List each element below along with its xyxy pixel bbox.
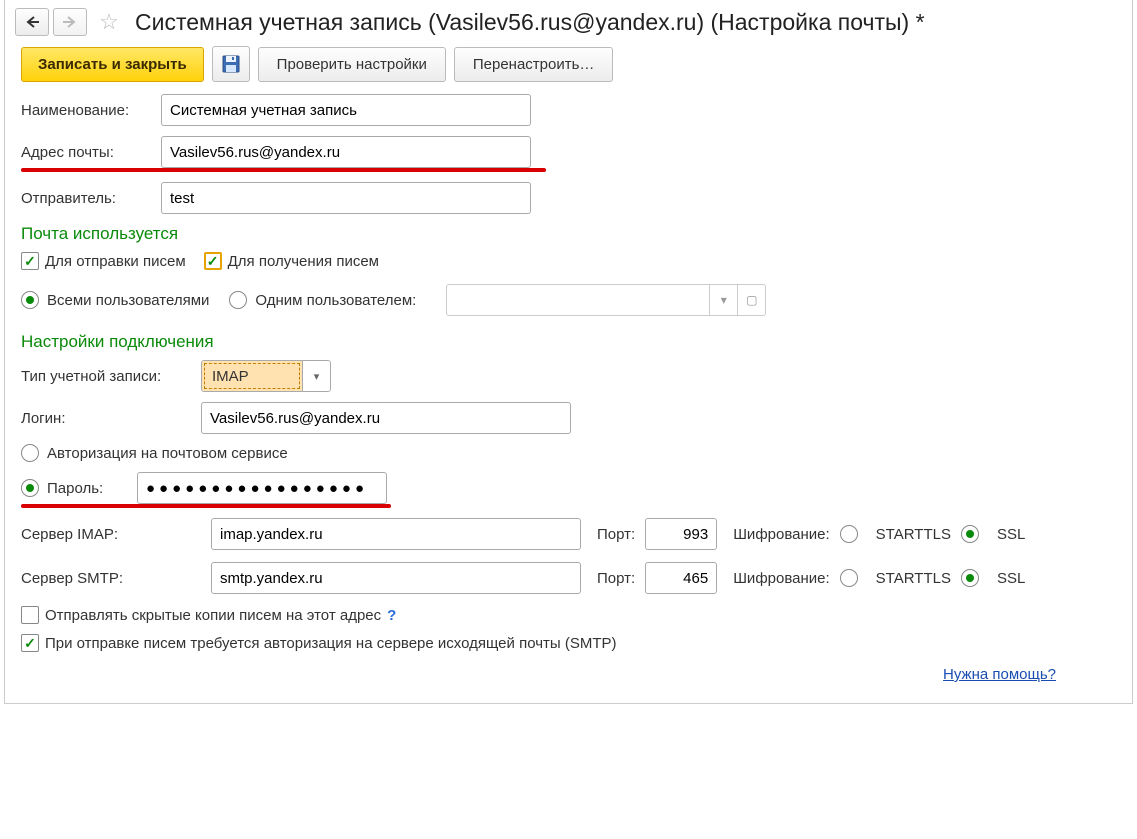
settings-window: ☆ Системная учетная запись (Vasilev56.ru… bbox=[4, 0, 1133, 704]
chevron-down-icon[interactable]: ▾ bbox=[302, 361, 330, 391]
imap-encryption-label: Шифрование: bbox=[733, 526, 829, 543]
help-icon[interactable]: ? bbox=[387, 607, 396, 624]
smtp-port-label: Порт: bbox=[597, 570, 635, 587]
titlebar: ☆ Системная учетная запись (Vasilev56.ru… bbox=[5, 0, 1132, 42]
bcc-checkbox[interactable] bbox=[21, 606, 39, 624]
account-type-select[interactable]: IMAP ▾ bbox=[201, 360, 331, 392]
all-users-label: Всеми пользователями bbox=[47, 292, 209, 309]
smtp-auth-label: При отправке писем требуется авторизация… bbox=[45, 635, 617, 652]
login-input[interactable] bbox=[201, 402, 571, 434]
password-input[interactable] bbox=[137, 472, 387, 504]
auth-service-radio[interactable] bbox=[21, 444, 39, 462]
user-select[interactable]: ▾ ▢ bbox=[446, 284, 766, 316]
usage-section-header: Почта используется bbox=[21, 224, 1116, 244]
all-users-radio[interactable] bbox=[21, 291, 39, 309]
page-title: Системная учетная запись (Vasilev56.rus@… bbox=[135, 9, 925, 36]
reconfigure-button[interactable]: Перенастроить… bbox=[454, 47, 614, 82]
imap-ssl-radio[interactable] bbox=[961, 525, 979, 543]
name-label: Наименование: bbox=[21, 102, 161, 119]
nav-back-button[interactable] bbox=[15, 8, 49, 36]
save-button[interactable] bbox=[212, 46, 250, 82]
connection-section-header: Настройки подключения bbox=[21, 332, 1116, 352]
sender-label: Отправитель: bbox=[21, 190, 161, 207]
smtp-port-input[interactable] bbox=[645, 562, 717, 594]
save-and-close-button[interactable]: Записать и закрыть bbox=[21, 47, 204, 82]
form-area: Наименование: Адрес почты: Отправитель: … bbox=[5, 94, 1132, 683]
smtp-ssl-label: SSL bbox=[997, 570, 1025, 587]
one-user-label: Одним пользователем: bbox=[255, 292, 416, 309]
smtp-server-input[interactable] bbox=[211, 562, 581, 594]
bcc-label: Отправлять скрытые копии писем на этот а… bbox=[45, 607, 381, 624]
imap-port-label: Порт: bbox=[597, 526, 635, 543]
imap-server-label: Сервер IMAP: bbox=[21, 526, 201, 543]
help-link[interactable]: Нужна помощь? bbox=[943, 666, 1056, 683]
imap-server-input[interactable] bbox=[211, 518, 581, 550]
receive-checkbox[interactable] bbox=[204, 252, 222, 270]
account-type-value: IMAP bbox=[202, 361, 302, 391]
password-highlight-underline bbox=[21, 504, 391, 508]
nav-forward-button[interactable] bbox=[53, 8, 87, 36]
smtp-ssl-radio[interactable] bbox=[961, 569, 979, 587]
smtp-encryption-label: Шифрование: bbox=[733, 570, 829, 587]
email-highlight-underline bbox=[21, 168, 546, 172]
open-icon: ▢ bbox=[737, 285, 765, 315]
password-radio[interactable] bbox=[21, 479, 39, 497]
smtp-starttls-label: STARTTLS bbox=[876, 570, 951, 587]
send-checkbox-label: Для отправки писем bbox=[45, 253, 186, 270]
check-settings-button[interactable]: Проверить настройки bbox=[258, 47, 446, 82]
smtp-server-label: Сервер SMTP: bbox=[21, 570, 201, 587]
email-input[interactable] bbox=[161, 136, 531, 168]
send-checkbox[interactable] bbox=[21, 252, 39, 270]
imap-starttls-label: STARTTLS bbox=[876, 526, 951, 543]
imap-ssl-label: SSL bbox=[997, 526, 1025, 543]
auth-service-label: Авторизация на почтовом сервисе bbox=[47, 445, 288, 462]
floppy-icon bbox=[222, 55, 240, 73]
smtp-auth-checkbox[interactable] bbox=[21, 634, 39, 652]
email-label: Адрес почты: bbox=[21, 144, 161, 161]
login-label: Логин: bbox=[21, 410, 201, 427]
smtp-starttls-radio[interactable] bbox=[840, 569, 858, 587]
receive-checkbox-label: Для получения писем bbox=[228, 253, 379, 270]
name-input[interactable] bbox=[161, 94, 531, 126]
chevron-down-icon: ▾ bbox=[709, 285, 737, 315]
password-label: Пароль: bbox=[47, 480, 103, 497]
one-user-radio[interactable] bbox=[229, 291, 247, 309]
imap-port-input[interactable] bbox=[645, 518, 717, 550]
toolbar: Записать и закрыть Проверить настройки П… bbox=[5, 42, 1132, 94]
favorite-star-icon[interactable]: ☆ bbox=[95, 8, 123, 36]
account-type-label: Тип учетной записи: bbox=[21, 368, 201, 385]
sender-input[interactable] bbox=[161, 182, 531, 214]
imap-starttls-radio[interactable] bbox=[840, 525, 858, 543]
